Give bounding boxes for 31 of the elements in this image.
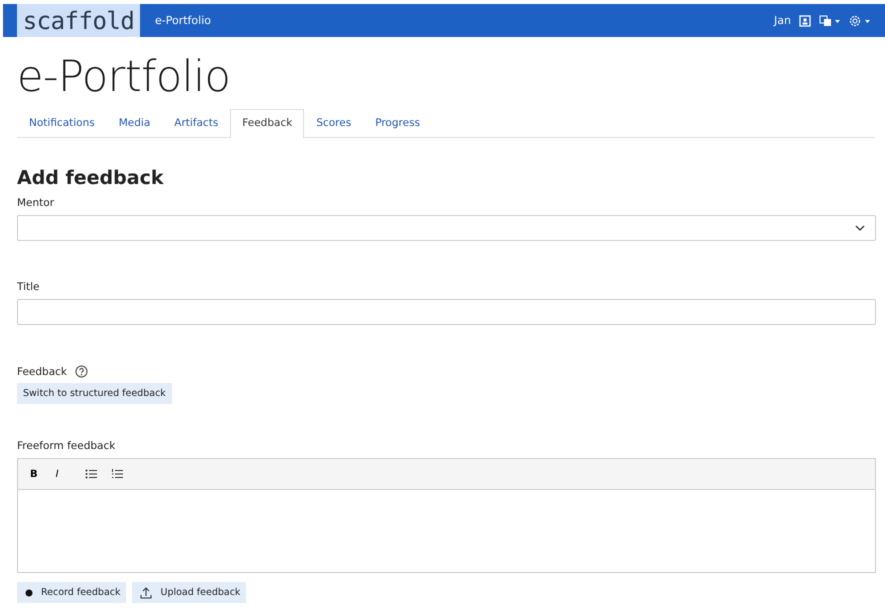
app-title-link[interactable]: e-Portfolio xyxy=(155,14,211,27)
field-label: Title xyxy=(17,281,41,293)
italic-button[interactable]: I xyxy=(54,468,61,480)
tab[interactable]: Notifications xyxy=(17,109,107,137)
bulleted-list-icon[interactable] xyxy=(84,469,97,479)
record-dot-icon xyxy=(25,588,33,596)
upload-icon xyxy=(140,586,152,598)
chevron-down-icon xyxy=(855,225,865,231)
profile-icon[interactable] xyxy=(799,14,811,26)
text-editor[interactable]: B I xyxy=(17,458,876,573)
settings-dropdown-icon[interactable] xyxy=(849,14,871,26)
field-label: Feedback xyxy=(17,366,68,378)
page-title: e-Portfolio xyxy=(17,51,232,104)
tab[interactable]: Artifacts xyxy=(162,109,230,137)
tab[interactable]: Feedback xyxy=(230,109,304,138)
help-icon[interactable] xyxy=(75,365,88,378)
tab[interactable]: Media xyxy=(106,109,162,137)
record-button[interactable]: Record feedback xyxy=(17,582,126,603)
title-input[interactable] xyxy=(17,299,876,325)
upload-button[interactable]: Upload feedback xyxy=(132,582,246,603)
numbered-list-icon[interactable] xyxy=(110,469,123,479)
field-label: Freeform feedback xyxy=(17,440,116,452)
tab[interactable]: Progress xyxy=(363,109,432,137)
bold-button[interactable]: B xyxy=(28,468,40,480)
field-label: Mentor xyxy=(17,197,56,209)
switch-button[interactable]: Switch to structured feedback xyxy=(17,383,172,404)
logo[interactable]: scaffold xyxy=(17,4,140,37)
translate-dropdown-icon[interactable] xyxy=(819,14,841,26)
tab[interactable]: Scores xyxy=(304,109,364,137)
section-heading: Add feedback xyxy=(17,166,165,190)
user-name[interactable]: Jan xyxy=(774,14,791,27)
